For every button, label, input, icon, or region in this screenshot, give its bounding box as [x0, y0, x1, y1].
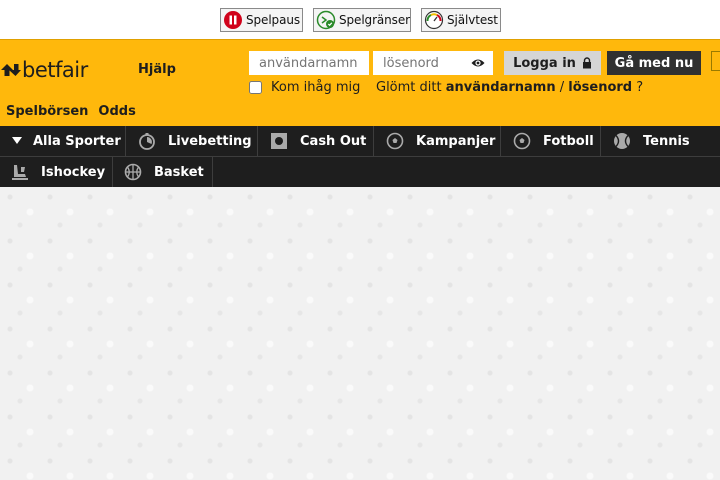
login-label: Logga in — [513, 55, 576, 71]
nav-all-sports[interactable]: Alla Sporter — [0, 126, 126, 156]
regulatory-bar: Spelpaus Spelgränser Självtest — [0, 0, 720, 40]
sports-nav: Alla Sporter Livebetting Cash Out Kampan… — [0, 126, 720, 187]
gauge-icon — [424, 10, 444, 30]
nav-label: Alla Sporter — [33, 133, 121, 149]
show-password-eye-icon[interactable] — [471, 56, 485, 70]
spelgranser-label: Spelgränser — [339, 13, 410, 27]
forgot-separator: / — [559, 80, 565, 95]
betfair-logo[interactable]: betfair — [0, 57, 88, 83]
remember-me-label: Kom ihåg mig — [271, 80, 361, 95]
page-background — [0, 187, 720, 480]
sjalvtest-label: Självtest — [447, 13, 498, 27]
nav-label: Cash Out — [300, 133, 367, 149]
sjalvtest-button[interactable]: Självtest — [421, 8, 501, 32]
forgot-password-link[interactable]: lösenord — [568, 80, 632, 95]
stopwatch-icon — [139, 133, 155, 150]
lock-icon — [582, 57, 591, 69]
username-input[interactable] — [249, 51, 369, 75]
logo-text: betfair — [22, 58, 88, 82]
forgot-credentials: Glömt ditt användarnamn / lösenord ? — [376, 80, 643, 95]
nav-label: Basket — [154, 164, 204, 180]
product-link-exchange[interactable]: Spelbörsen — [6, 104, 88, 119]
password-field — [373, 51, 493, 75]
tennis-ball-icon — [614, 133, 630, 149]
product-link-odds[interactable]: Odds — [98, 104, 135, 119]
spelpaus-label: Spelpaus — [246, 13, 300, 27]
ice-hockey-icon — [12, 165, 28, 180]
nav-label: Tennis — [643, 133, 690, 149]
football-icon — [386, 132, 404, 150]
remember-me[interactable]: Kom ihåg mig — [249, 80, 360, 95]
product-nav: Spelbörsen Odds — [6, 104, 136, 119]
betfair-arrows-icon — [1, 64, 21, 76]
help-link[interactable]: Hjälp — [138, 62, 176, 77]
spelgranser-button[interactable]: Spelgränser — [313, 8, 411, 32]
forgot-suffix: ? — [636, 80, 644, 95]
caret-down-icon — [12, 137, 22, 144]
nav-fotboll[interactable]: Fotboll — [502, 126, 601, 156]
pause-icon — [224, 11, 242, 29]
password-input[interactable] — [373, 51, 469, 75]
nav-basket[interactable]: Basket — [114, 157, 213, 187]
cash-out-icon — [271, 133, 287, 149]
nav-kampanjer[interactable]: Kampanjer — [375, 126, 501, 156]
forgot-prefix: Glömt ditt — [376, 80, 442, 95]
spelpaus-button[interactable]: Spelpaus — [220, 8, 303, 32]
site-header: betfair Hjälp Logga in Gå med nu Kom ihå… — [0, 39, 720, 126]
limits-icon — [316, 10, 336, 30]
nav-cash-out[interactable]: Cash Out — [259, 126, 374, 156]
nav-ishockey[interactable]: Ishockey — [0, 157, 113, 187]
nav-label: Livebetting — [168, 133, 252, 149]
partially-visible-control[interactable] — [711, 51, 720, 71]
login-button[interactable]: Logga in — [504, 51, 601, 75]
nav-label: Ishockey — [41, 164, 106, 180]
nav-tennis[interactable]: Tennis — [602, 126, 720, 156]
remember-me-checkbox[interactable] — [249, 81, 262, 94]
football-icon — [513, 132, 531, 150]
nav-label: Fotboll — [543, 133, 594, 149]
nav-label: Kampanjer — [416, 133, 496, 149]
join-now-button[interactable]: Gå med nu — [607, 51, 701, 75]
nav-livebetting[interactable]: Livebetting — [127, 126, 258, 156]
forgot-username-link[interactable]: användarnamn — [446, 80, 556, 95]
basketball-icon — [124, 163, 142, 181]
